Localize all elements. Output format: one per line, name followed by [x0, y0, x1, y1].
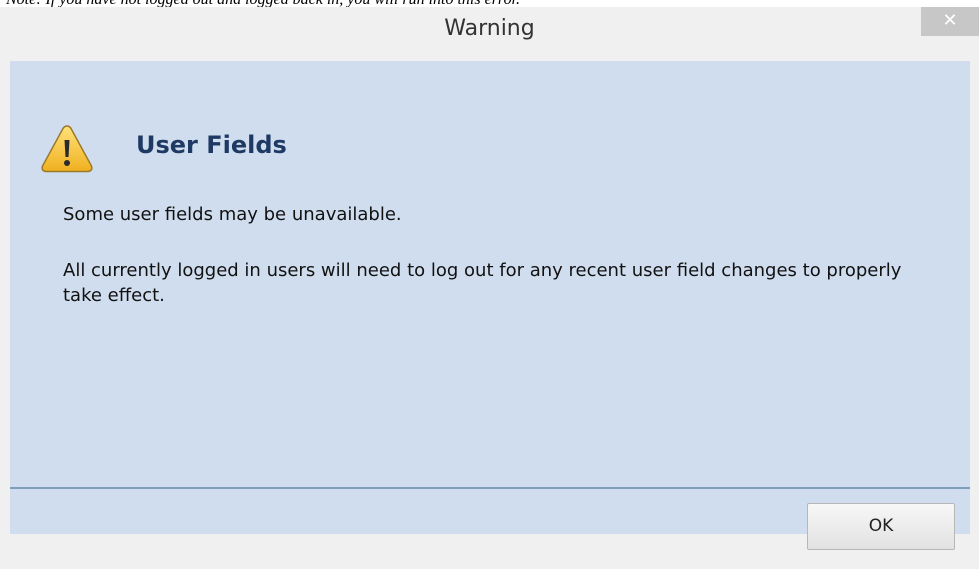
close-button[interactable]: ✕ [921, 7, 979, 36]
warning-dialog: Warning ✕ User Fields Some user fields m… [0, 7, 979, 569]
button-area-separator [10, 487, 970, 489]
dialog-title: Warning [444, 16, 535, 41]
warning-icon [41, 125, 93, 173]
dialog-content: User Fields Some user fields may be unav… [10, 61, 970, 550]
ok-button[interactable]: OK [807, 503, 955, 550]
dialog-heading: User Fields [136, 131, 287, 159]
close-icon: ✕ [942, 10, 958, 31]
message-line-1: Some user fields may be unavailable. [63, 204, 402, 225]
dialog-titlebar[interactable]: Warning ✕ [0, 7, 979, 53]
message-line-2: All currently logged in users will need … [63, 260, 902, 306]
